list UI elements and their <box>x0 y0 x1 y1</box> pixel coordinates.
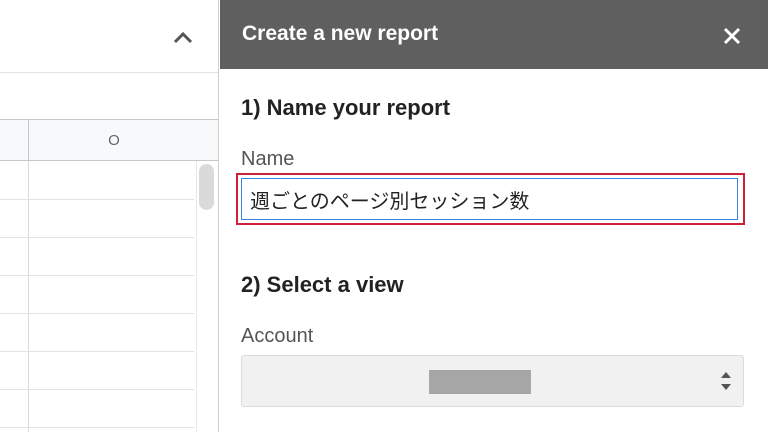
name-label: Name <box>241 148 295 170</box>
chevron-up-icon <box>173 31 193 44</box>
spreadsheet-area: O <box>0 0 219 432</box>
name-input-highlight <box>236 173 745 225</box>
account-select[interactable] <box>241 355 744 407</box>
scrollbar-thumb[interactable] <box>199 164 214 210</box>
account-value-redacted <box>429 370 531 394</box>
grid-line <box>0 313 194 314</box>
grid-line <box>0 199 194 200</box>
panel-header: Create a new report <box>220 0 768 69</box>
formula-bar[interactable] <box>0 73 219 120</box>
grid-line <box>0 351 194 352</box>
column-headers: O <box>0 120 219 161</box>
report-name-input[interactable] <box>241 178 738 220</box>
grid-line <box>0 275 194 276</box>
section-select-view-title: 2) Select a view <box>241 272 404 297</box>
column-header-o[interactable]: O <box>29 120 199 160</box>
column-header-n[interactable] <box>0 120 29 160</box>
cell-grid[interactable] <box>0 161 219 432</box>
divider <box>218 0 219 432</box>
close-icon <box>723 27 741 45</box>
grid-line <box>0 237 194 238</box>
close-button[interactable] <box>716 20 748 52</box>
account-label: Account <box>241 325 314 347</box>
sheet-toolbar <box>0 0 219 73</box>
section-name-report-title: 1) Name your report <box>241 95 451 120</box>
up-down-arrows-icon <box>721 372 731 390</box>
panel-title: Create a new report <box>242 22 439 45</box>
grid-line <box>28 161 29 432</box>
grid-line <box>0 427 194 428</box>
collapse-button[interactable] <box>168 24 198 50</box>
create-report-panel: Create a new report 1) Name your report … <box>220 0 768 432</box>
grid-line <box>0 389 194 390</box>
